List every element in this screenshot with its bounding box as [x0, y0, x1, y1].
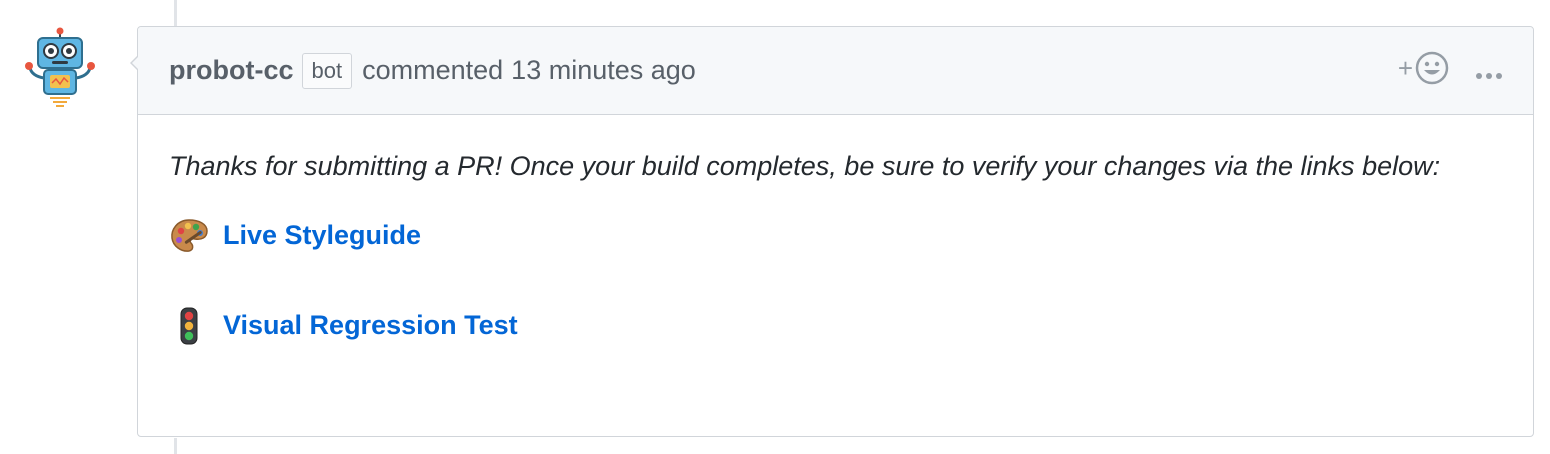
- comment-intro-text: Thanks for submitting a PR! Once your bu…: [169, 151, 1441, 181]
- smiley-icon: [1415, 51, 1449, 85]
- comment-action: commented: [362, 55, 504, 85]
- kebab-horizontal-icon: [1476, 73, 1502, 79]
- timeline-connector-top: [174, 0, 177, 26]
- live-styleguide-link[interactable]: Live Styleguide: [223, 214, 421, 257]
- traffic-light-emoji-icon: [180, 307, 198, 344]
- bot-badge: bot: [301, 52, 353, 89]
- comment-box: probot-cc bot commented 13 minutes ago + …: [130, 26, 1534, 437]
- link-item-styleguide: Live Styleguide: [169, 214, 1502, 257]
- comment-body: Thanks for submitting a PR! Once your bu…: [138, 115, 1533, 347]
- plus-icon: +: [1397, 53, 1413, 83]
- link-item-visual-regression: Visual Regression Test: [169, 304, 1502, 347]
- add-reaction-button[interactable]: +: [1398, 51, 1449, 85]
- more-options-button[interactable]: [1475, 57, 1503, 88]
- avatar[interactable]: [20, 26, 100, 112]
- author-link[interactable]: probot-cc: [169, 55, 294, 86]
- comment-timestamp[interactable]: 13 minutes ago: [511, 55, 696, 85]
- comment-header: probot-cc bot commented 13 minutes ago +: [138, 27, 1533, 115]
- palette-emoji-icon: [171, 218, 208, 252]
- robot-avatar-icon: [25, 27, 95, 107]
- visual-regression-test-link[interactable]: Visual Regression Test: [223, 304, 518, 347]
- comment-meta: commented 13 minutes ago: [362, 55, 696, 86]
- timeline-connector-bottom: [174, 438, 177, 454]
